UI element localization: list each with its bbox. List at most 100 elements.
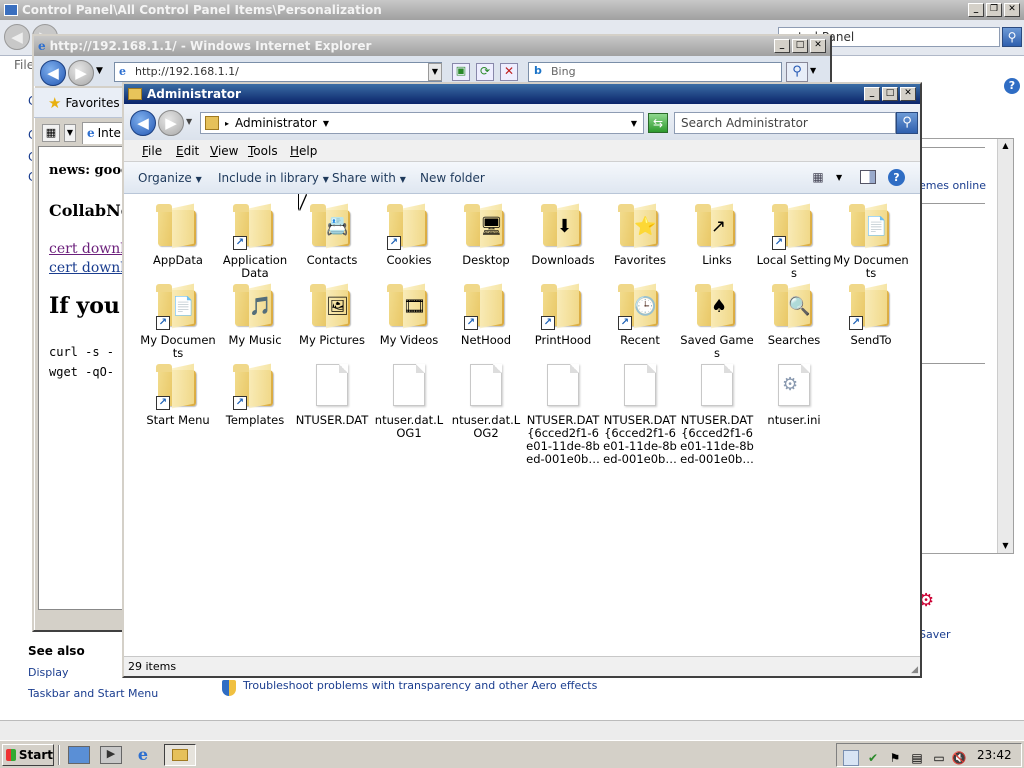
organize-button[interactable]: Organize ▼ [138, 171, 202, 185]
control-panel-titlebar[interactable]: Control Panel\All Control Panel Items\Pe… [0, 0, 1024, 20]
explorer-address-bar[interactable]: ▸ Administrator ▼ ▼ [200, 112, 644, 134]
menu-edit[interactable]: Edit [176, 144, 199, 158]
file-item[interactable]: ↗ Cookies [370, 202, 448, 267]
file-item[interactable]: ↗ Local Settings [755, 202, 833, 280]
file-item[interactable]: 🔍 Searches [755, 282, 833, 347]
powershell-icon[interactable]: ▶ [100, 746, 122, 764]
ie-titlebar[interactable]: e http://192.168.1.1/ - Windows Internet… [34, 36, 830, 56]
file-item[interactable]: ntuser.dat.LOG2 [447, 362, 525, 440]
share-with-button[interactable]: Share with ▼ [332, 171, 406, 185]
menu-file[interactable]: File [142, 144, 162, 158]
tray-security-icon[interactable]: ✔ [865, 750, 881, 766]
file-item[interactable]: 🎵 My Music [216, 282, 294, 347]
explorer-back-icon[interactable]: ◀ [130, 110, 156, 136]
new-folder-button[interactable]: New folder [420, 171, 485, 185]
explorer-search-icon[interactable]: ⚲ [896, 112, 918, 134]
cp-back-icon[interactable]: ◀ [4, 24, 30, 50]
ie-address-input[interactable]: e http://192.168.1.1/ [114, 62, 442, 82]
file-item[interactable]: ↗ PrintHood [524, 282, 602, 347]
file-item[interactable]: ↗ NetHood [447, 282, 525, 347]
start-button[interactable]: Start [2, 744, 54, 766]
address-history-dropdown-icon[interactable]: ▼ [631, 119, 637, 128]
explorer-refresh-icon[interactable]: ⇆ [648, 113, 668, 133]
file-item[interactable]: NTUSER.DAT{6cced2f1-6e01-11de-8bed-001e0… [601, 362, 679, 466]
ie-taskbar-icon[interactable]: e [132, 746, 154, 764]
scroll-up-icon[interactable]: ▲ [998, 139, 1013, 153]
explorer-maximize-button[interactable]: □ [882, 87, 898, 101]
file-item[interactable]: ↗ Links [678, 202, 756, 267]
cp-scrollbar[interactable]: ▲ ▼ [997, 139, 1013, 553]
include-library-button[interactable]: Include in library ▼ [218, 171, 329, 185]
resize-grip-icon[interactable]: ◢ [911, 665, 918, 675]
menu-tools[interactable]: Tools [248, 144, 278, 158]
server-manager-icon[interactable] [68, 746, 90, 764]
view-options-icon[interactable]: ▦ [810, 170, 826, 186]
file-item[interactable]: 🕒 ↗ Recent [601, 282, 679, 347]
file-item[interactable]: ⭐ Favorites [601, 202, 679, 267]
file-item[interactable]: 📄 My Documents [832, 202, 910, 280]
file-item[interactable]: NTUSER.DAT{6cced2f1-6e01-11de-8bed-001e0… [678, 362, 756, 466]
file-item[interactable]: NTUSER.DAT [293, 362, 371, 427]
breadcrumb-administrator[interactable]: Administrator [235, 116, 317, 130]
breadcrumb-separator-icon[interactable]: ▸ [225, 119, 229, 128]
menu-view[interactable]: View [210, 144, 238, 158]
ie-favorites-button[interactable]: ★ Favorites [48, 94, 120, 112]
explorer-taskbar-button[interactable] [164, 744, 196, 766]
ie-back-icon[interactable]: ◀ [40, 60, 66, 86]
cp-search-icon[interactable]: ⚲ [1002, 27, 1022, 47]
tray-document-icon[interactable] [843, 750, 859, 766]
minimize-button[interactable]: _ [968, 3, 984, 17]
file-item[interactable]: ↗ Application Data [216, 202, 294, 280]
tray-volume-muted-icon[interactable]: 🔇 [951, 750, 967, 766]
clock[interactable]: 23:42 [977, 748, 1012, 762]
file-item[interactable]: ↗ Templates [216, 362, 294, 427]
ie-search-icon[interactable]: ⚲ [786, 62, 808, 82]
close-button[interactable]: ✕ [1004, 3, 1020, 17]
ie-refresh-icon[interactable]: ⟳ [476, 63, 494, 81]
explorer-forward-icon[interactable]: ▶ [158, 110, 184, 136]
ie-compat-icon[interactable]: ▣ [452, 63, 470, 81]
explorer-search-input[interactable]: Search Administrator [674, 112, 896, 134]
file-item[interactable]: ntuser.dat.LOG1 [370, 362, 448, 440]
file-item[interactable]: ♠ Saved Games [678, 282, 756, 360]
ie-stop-icon[interactable]: ✕ [500, 63, 518, 81]
explorer-close-button[interactable]: ✕ [900, 87, 916, 101]
screensaver-label[interactable]: Saver [919, 628, 951, 641]
ie-address-dropdown-icon[interactable]: ▼ [428, 63, 442, 81]
file-item[interactable]: 🖥 Desktop [447, 202, 525, 267]
ie-search-dropdown-icon[interactable]: ▼ [810, 66, 816, 75]
cp-get-themes-link[interactable]: emes online [919, 179, 986, 192]
view-dropdown-icon[interactable]: ▼ [836, 173, 842, 182]
help-icon[interactable]: ? [888, 169, 905, 186]
file-item[interactable]: NTUSER.DAT{6cced2f1-6e01-11de-8bed-001e0… [524, 362, 602, 466]
menu-help[interactable]: Help [290, 144, 317, 158]
file-item[interactable]: ⬇ Downloads [524, 202, 602, 267]
troubleshoot-link[interactable]: Troubleshoot problems with transparency … [243, 679, 597, 692]
scroll-down-icon[interactable]: ▼ [998, 539, 1013, 553]
explorer-recent-dropdown-icon[interactable]: ▼ [186, 117, 192, 126]
tray-flag-icon[interactable]: ⚑ [887, 750, 903, 766]
ie-close-button[interactable]: ✕ [810, 39, 826, 53]
ie-history-dropdown-icon[interactable]: ▼ [96, 66, 103, 76]
file-item[interactable]: ↗ Start Menu [139, 362, 217, 427]
file-item[interactable]: ↗ SendTo [832, 282, 910, 347]
breadcrumb-dropdown-icon[interactable]: ▼ [323, 119, 329, 128]
file-item[interactable]: 🖼 My Pictures [293, 282, 371, 347]
tray-display-icon[interactable]: ▭ [931, 750, 947, 766]
file-item[interactable]: 📇 Contacts [293, 202, 371, 267]
file-item[interactable]: ⚙ ntuser.ini [755, 362, 833, 427]
file-item[interactable]: AppData [139, 202, 217, 267]
ie-maximize-button[interactable]: □ [792, 39, 808, 53]
see-also-display-link[interactable]: Display [28, 666, 69, 679]
tray-network-icon[interactable]: ▤ [909, 750, 925, 766]
explorer-titlebar[interactable]: Administrator _ □ ✕ [124, 84, 920, 104]
explorer-minimize-button[interactable]: _ [864, 87, 880, 101]
see-also-taskbar-link[interactable]: Taskbar and Start Menu [28, 687, 158, 700]
preview-pane-icon[interactable] [860, 170, 876, 184]
ie-tabs-dropdown-icon[interactable]: ▼ [64, 124, 76, 142]
ie-search-input[interactable]: b Bing [528, 62, 782, 82]
restore-button[interactable]: ❐ [986, 3, 1002, 17]
ie-forward-icon[interactable]: ▶ [68, 60, 94, 86]
file-item[interactable]: 📄 ↗ My Documents [139, 282, 217, 360]
cp-help-icon[interactable]: ? [1004, 78, 1020, 94]
